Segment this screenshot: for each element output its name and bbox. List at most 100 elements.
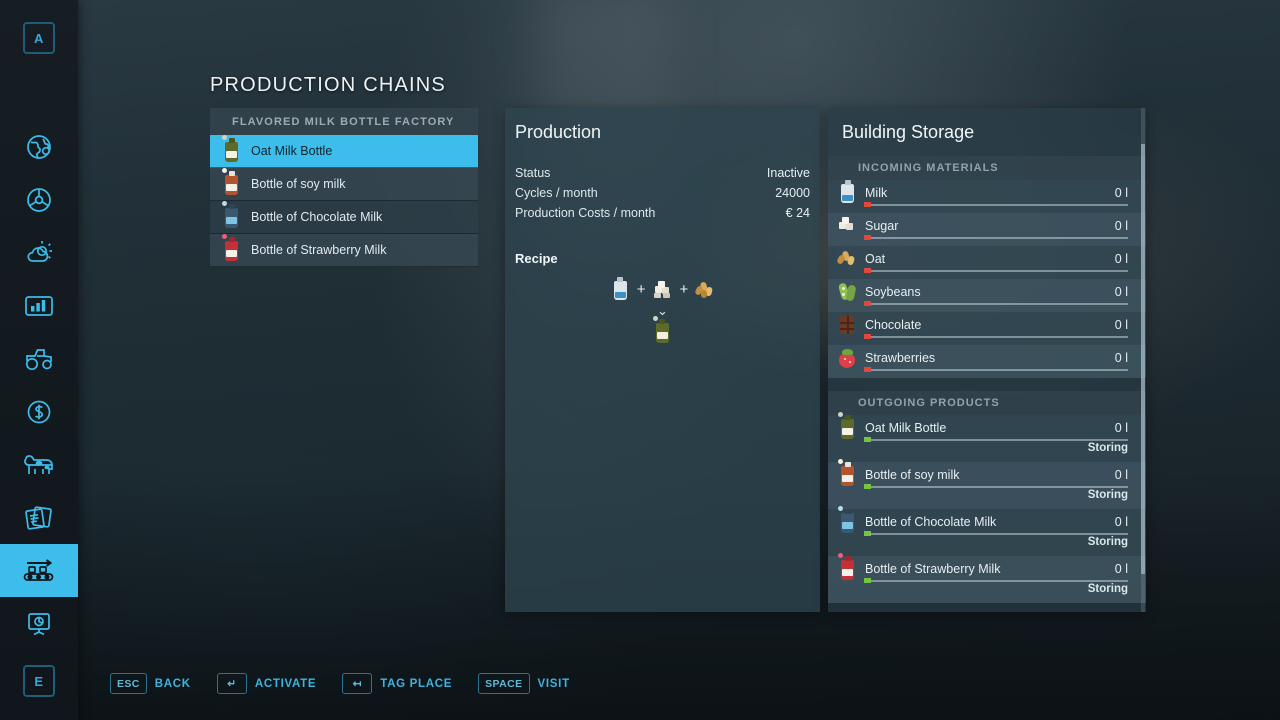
- storage-row[interactable]: Chocolate 0 l: [828, 312, 1146, 345]
- sidebar-item-map[interactable]: [0, 120, 78, 173]
- sidebar-item-animals[interactable]: [0, 438, 78, 491]
- fill-indicator: [864, 235, 871, 240]
- recipe-inputs: + +: [609, 277, 717, 301]
- hint-label: TAG PLACE: [380, 677, 453, 690]
- product-name: Bottle of Chocolate Milk: [865, 515, 997, 529]
- storage-row[interactable]: Oat 0 l: [828, 246, 1146, 279]
- strawberries-icon: [836, 345, 858, 371]
- sidebar-next-key[interactable]: E: [23, 665, 55, 697]
- key-tab: ↤: [342, 673, 373, 694]
- fill-indicator: [864, 301, 871, 306]
- product-status: Storing: [1087, 536, 1128, 548]
- storage-row[interactable]: Bottle of Chocolate Milk 0 l Storing: [828, 506, 1146, 556]
- sugar-icon: [652, 277, 674, 301]
- hint-label: ACTIVATE: [254, 677, 317, 690]
- globe-icon: [25, 133, 53, 161]
- fill-bar: [864, 367, 1128, 372]
- documents-icon: [23, 505, 55, 531]
- hint-visit[interactable]: SPACE VISIT: [478, 673, 570, 694]
- recipe-arrow-icon: ⌄: [657, 303, 668, 318]
- fill-indicator: [864, 578, 871, 583]
- milk-icon: [836, 180, 858, 206]
- product-status: Storing: [1087, 442, 1128, 454]
- recipe-plus: +: [636, 280, 646, 298]
- list-item-label: Oat Milk Bottle: [251, 144, 333, 158]
- list-item[interactable]: Oat Milk Bottle: [210, 135, 478, 168]
- sidebar-item-statistics[interactable]: [0, 279, 78, 332]
- soy-milk-bottle-icon: [836, 459, 858, 488]
- production-stats: Status Inactive Cycles / month 24000 Pro…: [505, 163, 820, 223]
- storage-scrollbar[interactable]: [1141, 108, 1145, 612]
- list-item[interactable]: Bottle of soy milk: [210, 168, 478, 201]
- list-item-label: Bottle of soy milk: [251, 177, 346, 191]
- chocolate-milk-bottle-icon: [836, 506, 858, 535]
- production-stat-row: Production Costs / month € 24: [515, 203, 810, 223]
- milk-icon: [609, 277, 631, 301]
- production-panel: Production Status Inactive Cycles / mont…: [505, 108, 820, 612]
- fill-indicator: [864, 268, 871, 273]
- material-amount: 0 l: [1114, 219, 1128, 233]
- sidebar-prev-key[interactable]: A: [23, 22, 55, 54]
- factory-list-header: FLAVORED MILK BOTTLE FACTORY: [210, 108, 478, 135]
- fill-bar: [864, 202, 1128, 207]
- chart-icon: [24, 294, 54, 318]
- hint-activate[interactable]: ↵ ACTIVATE: [216, 673, 317, 694]
- bottom-hint-bar: ESC BACK ↵ ACTIVATE ↤ TAG PLACE SPACE VI…: [110, 673, 570, 694]
- sidebar-item-finances[interactable]: [0, 385, 78, 438]
- fill-bar: [864, 484, 1128, 489]
- recipe-plus: +: [679, 280, 689, 298]
- oat-icon: [836, 246, 858, 272]
- fill-bar: [864, 578, 1128, 583]
- fill-bar: [864, 235, 1128, 240]
- incoming-materials-header: INCOMING MATERIALS: [828, 156, 1146, 180]
- storage-row[interactable]: Sugar 0 l: [828, 213, 1146, 246]
- material-amount: 0 l: [1114, 252, 1128, 266]
- fill-indicator: [864, 437, 871, 442]
- stat-label: Status: [515, 166, 551, 180]
- storage-row[interactable]: Milk 0 l: [828, 180, 1146, 213]
- list-item[interactable]: Bottle of Strawberry Milk: [210, 234, 478, 267]
- sidebar-item-production-chains[interactable]: [0, 544, 78, 597]
- product-status: Storing: [1087, 489, 1128, 501]
- sidebar-item-vehicles[interactable]: [0, 173, 78, 226]
- list-item[interactable]: Bottle of Chocolate Milk: [210, 201, 478, 234]
- hint-tag-place[interactable]: ↤ TAG PLACE: [342, 673, 452, 694]
- storage-row[interactable]: Soybeans 0 l: [828, 279, 1146, 312]
- game-menu-screen: A E PRODUCTION CHAINS FLAVORED MILK BOTT…: [0, 0, 1280, 720]
- factory-list-panel: FLAVORED MILK BOTTLE FACTORY Oat Milk Bo…: [210, 108, 478, 267]
- sidebar-item-vehicle-list[interactable]: [0, 332, 78, 385]
- sidebar-item-contracts[interactable]: [0, 491, 78, 544]
- product-status: Storing: [1087, 583, 1128, 595]
- soy-milk-bottle-icon: [220, 168, 242, 197]
- fill-bar: [864, 437, 1128, 442]
- stat-value: € 24: [785, 206, 810, 220]
- list-item-label: Bottle of Chocolate Milk: [251, 210, 383, 224]
- oat-milk-bottle-icon: [220, 135, 242, 164]
- storage-row[interactable]: Oat Milk Bottle 0 l Storing: [828, 412, 1146, 462]
- fill-bar: [864, 268, 1128, 273]
- strawberry-milk-bottle-icon: [220, 234, 242, 263]
- storage-row[interactable]: Bottle of Strawberry Milk 0 l Storing: [828, 553, 1146, 603]
- sidebar-item-radio[interactable]: [0, 597, 78, 650]
- material-amount: 0 l: [1114, 318, 1128, 332]
- scrollbar-thumb[interactable]: [1141, 144, 1145, 574]
- recipe-diagram: + + ⌄: [505, 277, 820, 343]
- hint-back[interactable]: ESC BACK: [110, 673, 191, 694]
- storage-row[interactable]: Strawberries 0 l: [828, 345, 1146, 378]
- material-name: Oat: [865, 252, 886, 266]
- page-title: PRODUCTION CHAINS: [210, 74, 446, 96]
- strawberry-milk-bottle-icon: [836, 553, 858, 582]
- tractor-icon: [23, 346, 55, 372]
- product-amount: 0 l: [1114, 515, 1128, 529]
- production-stat-row: Status Inactive: [515, 163, 810, 183]
- chocolate-milk-bottle-icon: [220, 201, 242, 230]
- sidebar-item-weather[interactable]: [0, 226, 78, 279]
- building-storage-panel: Building Storage INCOMING MATERIALS Milk…: [828, 108, 1146, 612]
- storage-row[interactable]: Bottle of soy milk 0 l Storing: [828, 459, 1146, 509]
- recipe-output: [652, 316, 674, 343]
- soybeans-icon: [836, 279, 858, 305]
- fill-indicator: [864, 202, 871, 207]
- material-name: Milk: [865, 186, 888, 200]
- cow-icon: [22, 452, 56, 478]
- steering-wheel-icon: [25, 186, 53, 214]
